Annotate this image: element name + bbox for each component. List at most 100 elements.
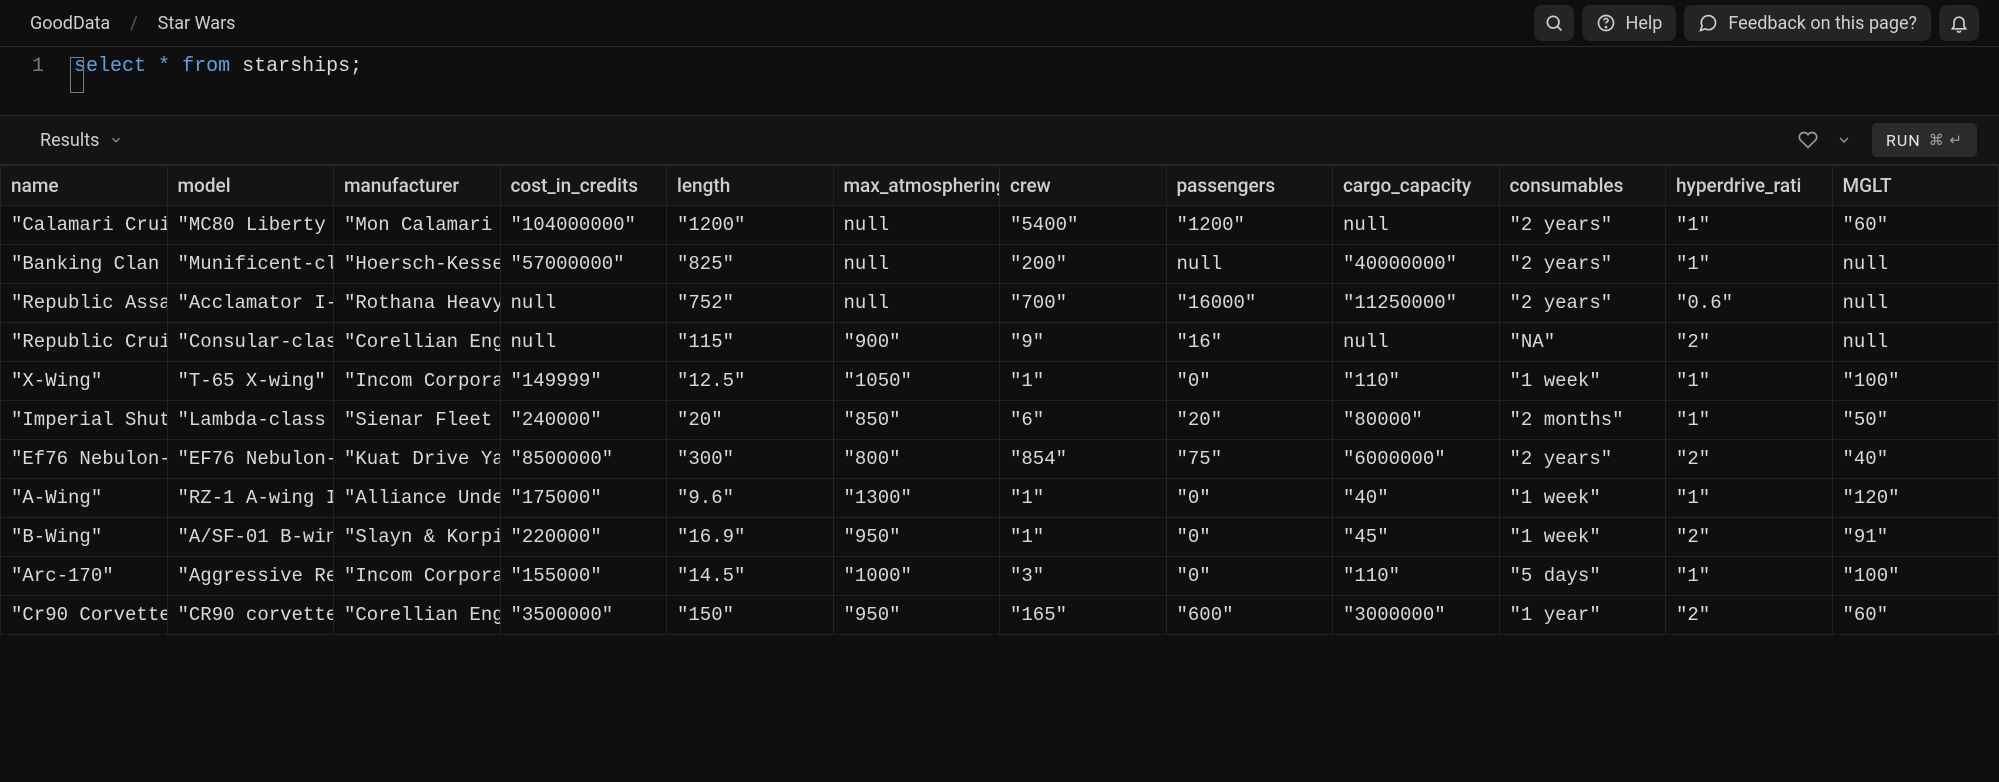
table-cell[interactable]: "Aggressive Reco [167, 557, 334, 596]
table-cell[interactable]: "T-65 X-wing" [167, 362, 334, 401]
table-cell[interactable]: "91" [1832, 518, 1999, 557]
table-cell[interactable]: "40000000" [1333, 245, 1500, 284]
column-header[interactable]: MGLT [1832, 166, 1999, 206]
table-cell[interactable]: "Kuat Drive Yard [334, 440, 501, 479]
column-header[interactable]: name [1, 166, 168, 206]
table-cell[interactable]: "2" [1666, 596, 1833, 635]
table-cell[interactable]: "2 years" [1499, 206, 1666, 245]
table-row[interactable]: "Banking Clan Fr"Munificent-clas"Hoersch… [1, 245, 1999, 284]
table-cell[interactable]: "B-Wing" [1, 518, 168, 557]
table-cell[interactable]: "950" [833, 596, 1000, 635]
table-cell[interactable]: "0" [1166, 518, 1333, 557]
table-cell[interactable]: "900" [833, 323, 1000, 362]
table-cell[interactable]: "0" [1166, 479, 1333, 518]
table-cell[interactable]: "Corellian Engin [334, 323, 501, 362]
table-cell[interactable]: "825" [667, 245, 834, 284]
table-cell[interactable]: "1" [1666, 245, 1833, 284]
table-cell[interactable]: "16.9" [667, 518, 834, 557]
table-row[interactable]: "Cr90 Corvette""CR90 corvette""Corellian… [1, 596, 1999, 635]
table-row[interactable]: "Republic Assaul"Acclamator I-cl"Rothana… [1, 284, 1999, 323]
table-cell[interactable]: "0" [1166, 362, 1333, 401]
table-row[interactable]: "Republic Cruise"Consular-class"Corellia… [1, 323, 1999, 362]
table-cell[interactable]: "60" [1832, 596, 1999, 635]
table-cell[interactable]: "1300" [833, 479, 1000, 518]
table-cell[interactable]: "1" [1666, 557, 1833, 596]
table-cell[interactable]: "1" [1000, 362, 1167, 401]
table-cell[interactable]: "150" [667, 596, 834, 635]
table-cell[interactable]: "Imperial Shuttl [1, 401, 168, 440]
table-cell[interactable]: "1" [1000, 479, 1167, 518]
table-row[interactable]: "X-Wing""T-65 X-wing""Incom Corporati"14… [1, 362, 1999, 401]
breadcrumb-root[interactable]: GoodData [30, 13, 110, 34]
table-cell[interactable]: "1" [1666, 479, 1833, 518]
table-cell[interactable]: "Calamari Cruise [1, 206, 168, 245]
table-cell[interactable]: "80000" [1333, 401, 1500, 440]
table-cell[interactable]: "Ef76 Nebulon-B [1, 440, 168, 479]
table-cell[interactable]: "11250000" [1333, 284, 1500, 323]
column-header[interactable]: model [167, 166, 334, 206]
favorite-button[interactable] [1790, 125, 1826, 155]
table-cell[interactable]: "EF76 Nebulon-B [167, 440, 334, 479]
table-cell[interactable]: "8500000" [500, 440, 667, 479]
table-cell[interactable]: null [833, 284, 1000, 323]
table-cell[interactable]: "6" [1000, 401, 1167, 440]
table-cell[interactable]: "X-Wing" [1, 362, 168, 401]
table-cell[interactable]: "Sienar Fleet Sy [334, 401, 501, 440]
results-table-wrap[interactable]: namemodelmanufacturercost_in_creditsleng… [0, 165, 1999, 782]
table-cell[interactable]: "A-Wing" [1, 479, 168, 518]
run-button[interactable]: RUN ⌘ ↵ [1872, 123, 1977, 157]
table-cell[interactable]: "100" [1832, 362, 1999, 401]
table-cell[interactable]: "16000" [1166, 284, 1333, 323]
column-header[interactable]: crew [1000, 166, 1167, 206]
editor-line[interactable]: select * from starships; [70, 55, 362, 95]
table-cell[interactable]: "2 years" [1499, 245, 1666, 284]
table-cell[interactable]: "Hoersch-Kessel [334, 245, 501, 284]
table-cell[interactable]: "16" [1166, 323, 1333, 362]
table-cell[interactable]: "3500000" [500, 596, 667, 635]
table-cell[interactable]: null [500, 323, 667, 362]
table-cell[interactable]: "2 months" [1499, 401, 1666, 440]
table-cell[interactable]: "600" [1166, 596, 1333, 635]
table-cell[interactable]: "20" [1166, 401, 1333, 440]
table-cell[interactable]: "220000" [500, 518, 667, 557]
table-cell[interactable]: "1 week" [1499, 479, 1666, 518]
table-cell[interactable]: "175000" [500, 479, 667, 518]
table-cell[interactable]: "1" [1666, 206, 1833, 245]
table-cell[interactable]: "NA" [1499, 323, 1666, 362]
more-menu[interactable] [1826, 125, 1862, 155]
table-cell[interactable]: null [1832, 284, 1999, 323]
table-cell[interactable]: "115" [667, 323, 834, 362]
table-cell[interactable]: null [1166, 245, 1333, 284]
column-header[interactable]: length [667, 166, 834, 206]
column-header[interactable]: cost_in_credits [500, 166, 667, 206]
column-header[interactable]: max_atmosphering [833, 166, 1000, 206]
table-cell[interactable]: "110" [1333, 557, 1500, 596]
table-cell[interactable]: "240000" [500, 401, 667, 440]
table-cell[interactable]: "2" [1666, 323, 1833, 362]
table-cell[interactable]: "RZ-1 A-wing Int [167, 479, 334, 518]
table-cell[interactable]: "149999" [500, 362, 667, 401]
table-cell[interactable]: "6000000" [1333, 440, 1500, 479]
help-button[interactable]: Help [1582, 5, 1677, 41]
table-cell[interactable]: "3" [1000, 557, 1167, 596]
table-cell[interactable]: "Acclamator I-cl [167, 284, 334, 323]
notifications-button[interactable] [1939, 5, 1979, 41]
table-cell[interactable]: "40" [1333, 479, 1500, 518]
table-cell[interactable]: "752" [667, 284, 834, 323]
table-cell[interactable]: "Mon Calamari sh [334, 206, 501, 245]
table-cell[interactable]: "300" [667, 440, 834, 479]
table-row[interactable]: "Imperial Shuttl"Lambda-class T-"Sienar … [1, 401, 1999, 440]
table-cell[interactable]: "9" [1000, 323, 1167, 362]
table-cell[interactable]: "Consular-class [167, 323, 334, 362]
table-cell[interactable]: "MC80 Liberty ty [167, 206, 334, 245]
table-cell[interactable]: "2" [1666, 440, 1833, 479]
table-cell[interactable]: "60" [1832, 206, 1999, 245]
table-cell[interactable]: "165" [1000, 596, 1167, 635]
table-cell[interactable]: "850" [833, 401, 1000, 440]
table-cell[interactable]: "854" [1000, 440, 1167, 479]
table-cell[interactable]: "0.6" [1666, 284, 1833, 323]
table-cell[interactable]: "Republic Assaul [1, 284, 168, 323]
table-cell[interactable]: "1 week" [1499, 518, 1666, 557]
table-cell[interactable]: "40" [1832, 440, 1999, 479]
table-cell[interactable]: "50" [1832, 401, 1999, 440]
